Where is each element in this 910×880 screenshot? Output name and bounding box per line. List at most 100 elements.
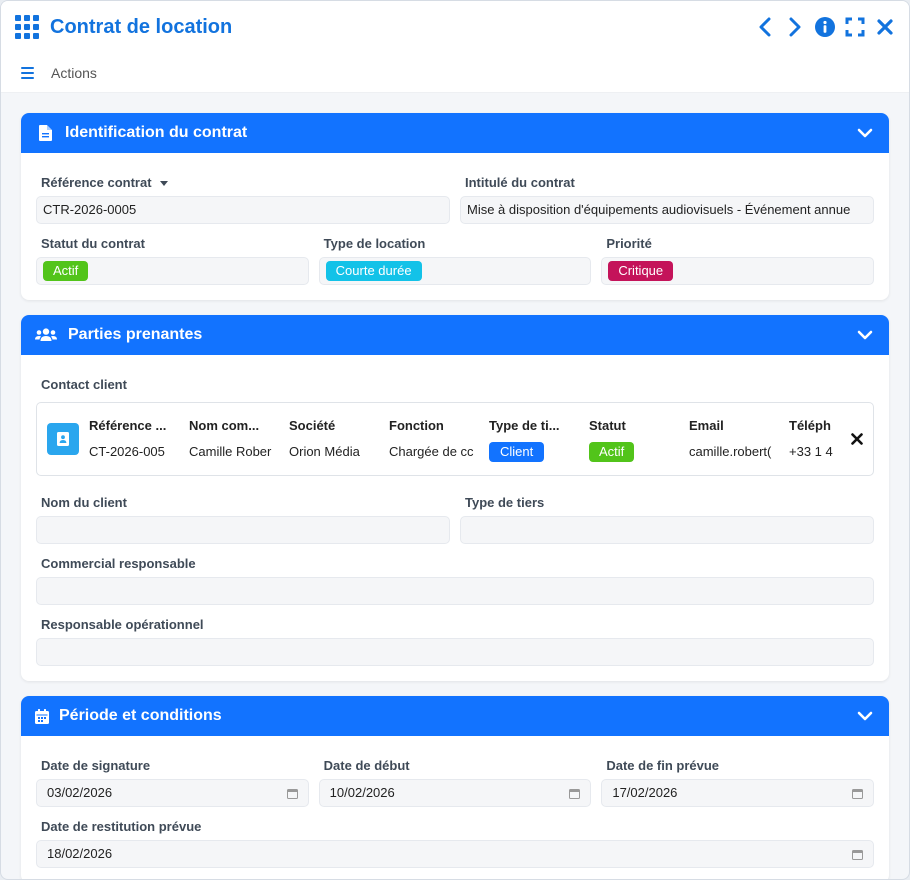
field-label: Intitulé du contrat xyxy=(465,175,575,190)
calendar-icon[interactable] xyxy=(286,788,298,799)
close-icon[interactable] xyxy=(875,16,895,38)
contact-column: Référence ... CT-2026-005 xyxy=(89,416,189,462)
form-content: Identification du contrat Référence cont… xyxy=(1,93,909,879)
app-grid-icon[interactable] xyxy=(15,15,39,39)
statut-contrat-select[interactable]: Actif xyxy=(36,257,309,285)
field-intitule-contrat: Intitulé du contrat Mise à disposition d… xyxy=(460,173,874,224)
contact-column: Fonction Chargée de cc xyxy=(389,416,489,462)
contact-column: Statut Actif xyxy=(589,416,689,462)
remove-contact-close-icon[interactable] xyxy=(849,431,865,447)
field-date-fin: Date de fin prévue 17/02/2026 xyxy=(601,756,875,807)
field-label: Statut du contrat xyxy=(41,236,145,251)
field-label: Date de fin prévue xyxy=(606,758,720,773)
actions-menu[interactable]: Actions xyxy=(51,65,97,81)
chevron-down-icon[interactable] xyxy=(855,123,875,143)
field-date-restitution: Date de restitution prévue 18/02/2026 xyxy=(36,817,874,868)
hamburger-menu-icon[interactable] xyxy=(21,64,34,82)
section-identification: Identification du contrat Référence cont… xyxy=(21,113,889,300)
contact-value: Orion Média xyxy=(289,444,360,459)
field-date-debut: Date de début 10/02/2026 xyxy=(318,756,592,807)
next-chevron-icon[interactable] xyxy=(785,16,805,38)
contact-column: Téléph +33 1 4 xyxy=(789,416,849,462)
field-label: Responsable opérationnel xyxy=(41,617,204,632)
contact-header: Société xyxy=(289,418,336,433)
section-periode: Période et conditions Date de signature … xyxy=(21,696,889,879)
date-value: 17/02/2026 xyxy=(612,785,678,800)
commercial-responsable-input[interactable] xyxy=(36,577,874,605)
section-title: Parties prenantes xyxy=(68,326,203,343)
contact-header: Référence ... xyxy=(89,418,167,433)
contact-header: Statut xyxy=(589,418,626,433)
field-label: Date de restitution prévue xyxy=(41,819,202,834)
contact-header: Téléph xyxy=(789,418,831,433)
calendar-icon[interactable] xyxy=(569,788,581,799)
contact-value: Camille Rober xyxy=(189,444,272,459)
section-title: Identification du contrat xyxy=(65,124,248,141)
info-icon[interactable] xyxy=(815,16,835,38)
field-label: Priorité xyxy=(606,236,652,251)
expand-icon[interactable] xyxy=(845,16,865,38)
field-commercial-responsable: Commercial responsable xyxy=(36,554,874,605)
contact-client-card[interactable]: Référence ... CT-2026-005 Nom com... Cam… xyxy=(36,402,874,476)
client-type-badge: Client xyxy=(489,442,545,462)
date-value: 03/02/2026 xyxy=(47,785,113,800)
calendar-icon[interactable] xyxy=(852,849,863,860)
users-icon xyxy=(35,328,57,342)
field-label: Date de signature xyxy=(41,758,151,773)
field-responsable-operationnel: Responsable opérationnel xyxy=(36,615,874,666)
field-label: Type de location xyxy=(323,236,426,251)
section-parties-header[interactable]: Parties prenantes xyxy=(21,315,889,355)
contact-column: Nom com... Camille Rober xyxy=(189,416,289,462)
contact-header: Type de ti... xyxy=(489,418,560,433)
date-restitution-input[interactable]: 18/02/2026 xyxy=(36,840,874,868)
date-value: 10/02/2026 xyxy=(329,785,395,800)
status-badge: Actif xyxy=(43,261,89,281)
contact-column: Société Orion Média xyxy=(289,416,389,462)
type-tiers-input[interactable] xyxy=(460,516,874,544)
contact-column: Type de ti... Client xyxy=(489,416,589,462)
field-label: Date de début xyxy=(323,758,410,773)
date-signature-input[interactable]: 03/02/2026 xyxy=(36,779,309,807)
field-label: Commercial responsable xyxy=(41,556,196,571)
document-icon xyxy=(35,125,55,141)
contact-header: Nom com... xyxy=(189,418,260,433)
calendar-icon xyxy=(35,708,49,724)
nom-client-input[interactable] xyxy=(36,516,450,544)
priority-badge: Critique xyxy=(608,261,674,281)
field-statut-contrat: Statut du contrat Actif xyxy=(36,234,309,285)
chevron-down-icon[interactable] xyxy=(855,325,875,345)
responsable-operationnel-input[interactable] xyxy=(36,638,874,666)
reference-contrat-input[interactable]: CTR-2026-0005 xyxy=(36,196,450,224)
type-location-select[interactable]: Courte durée xyxy=(318,257,592,285)
contact-header: Fonction xyxy=(389,418,444,433)
calendar-icon[interactable] xyxy=(852,788,864,799)
contact-value: camille.robert( xyxy=(689,444,772,459)
contact-value: +33 1 4 xyxy=(789,444,833,459)
type-badge: Courte durée xyxy=(325,261,422,281)
contact-status-badge: Actif xyxy=(589,442,635,462)
previous-chevron-icon[interactable] xyxy=(755,16,775,38)
contact-header: Email xyxy=(689,418,724,433)
date-fin-input[interactable]: 17/02/2026 xyxy=(601,779,875,807)
contact-value: Chargée de cc xyxy=(389,444,474,459)
section-identification-header[interactable]: Identification du contrat xyxy=(21,113,889,153)
chevron-down-icon[interactable] xyxy=(855,706,875,726)
field-type-tiers: Type de tiers xyxy=(460,493,874,544)
contact-client-label: Contact client xyxy=(41,377,127,392)
contact-value: CT-2026-005 xyxy=(89,444,165,459)
title-bar: Contrat de location xyxy=(1,1,909,53)
date-debut-input[interactable]: 10/02/2026 xyxy=(318,779,592,807)
section-title: Période et conditions xyxy=(59,707,222,724)
field-label: Nom du client xyxy=(41,495,127,510)
caret-down-icon[interactable] xyxy=(159,180,168,186)
field-reference-contrat: Référence contrat CTR-2026-0005 xyxy=(36,173,450,224)
contact-card-icon xyxy=(47,423,79,455)
section-parties: Parties prenantes Contact client Référen… xyxy=(21,315,889,681)
date-value: 18/02/2026 xyxy=(47,846,113,861)
section-periode-header[interactable]: Période et conditions xyxy=(21,696,889,736)
priorite-select[interactable]: Critique xyxy=(601,257,875,285)
intitule-contrat-input[interactable]: Mise à disposition d'équipements audiovi… xyxy=(460,196,874,224)
contact-columns: Référence ... CT-2026-005 Nom com... Cam… xyxy=(89,416,863,462)
field-nom-client: Nom du client xyxy=(36,493,450,544)
window-title: Contrat de location xyxy=(50,15,233,38)
